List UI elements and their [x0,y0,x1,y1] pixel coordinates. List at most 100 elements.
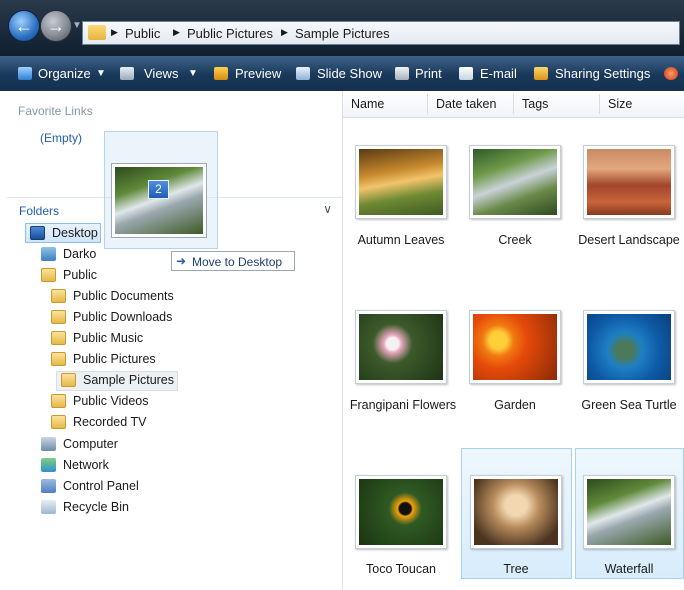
thumbnail-garden[interactable] [469,310,561,384]
email-icon [459,67,473,80]
forward-button[interactable]: → [40,10,72,42]
tree-item-label: Public Music [73,331,144,345]
photo-image [359,314,443,380]
pictures-folder-icon [51,352,66,366]
drag-count-badge: 2 [148,180,169,199]
thumbnail-tree[interactable] [470,475,562,549]
email-button[interactable]: E-mail [480,66,517,81]
tree-item-label: Public Pictures [73,352,156,366]
back-arrow-icon: ← [15,16,33,36]
address-bar-region: ← → ▼ ▶ Public ▶ Public Pictures ▶ Sampl… [0,0,684,56]
desktop-icon [30,226,45,240]
column-divider[interactable] [513,94,514,114]
organize-button[interactable]: Organize [38,66,91,81]
drag-ghost-thumbnail [111,163,207,238]
column-header-size[interactable]: Size [608,97,632,111]
organize-dropdown-icon[interactable]: ▼ [96,68,106,79]
column-header-row: Name Date taken Tags Size [343,91,684,118]
tree-item-label: Computer [63,437,118,451]
photo-image [474,479,558,545]
file-name-autumn-leaves[interactable]: Autumn Leaves [345,233,457,247]
breadcrumb-sample-pictures[interactable]: Sample Pictures [295,26,390,41]
slideshow-icon [296,67,310,80]
favorite-links-title: Favorite Links [18,104,93,118]
breadcrumb-public-pictures[interactable]: Public Pictures [187,26,273,41]
folders-title: Folders [19,204,60,218]
drag-ghost-image [115,167,203,234]
thumbnail-desert-landscape[interactable] [583,145,675,219]
file-name-green-sea-turtle[interactable]: Green Sea Turtle [573,398,684,412]
file-name-toco-toucan[interactable]: Toco Toucan [345,562,457,576]
chevron-down-icon[interactable]: ∨ [323,202,332,216]
column-divider[interactable] [599,94,600,114]
move-to-desktop-tooltip: ➜ Move to Desktop [171,251,295,271]
organize-icon [18,67,32,80]
thumbnail-green-sea-turtle[interactable] [583,310,675,384]
photo-image [473,149,557,215]
column-divider[interactable] [427,94,428,114]
folder-icon [61,373,76,387]
views-dropdown-icon[interactable]: ▼ [188,68,198,79]
sharing-settings-button[interactable]: Sharing Settings [555,66,650,81]
forward-arrow-icon: → [47,16,65,36]
photo-image [587,149,671,215]
videos-folder-icon [51,394,66,408]
views-button[interactable]: Views [144,66,178,81]
thumbnail-autumn-leaves[interactable] [355,145,447,219]
file-name-tree[interactable]: Tree [460,562,572,576]
chevron-right-icon: ▶ [111,27,118,37]
photo-image [473,314,557,380]
preview-button[interactable]: Preview [235,66,281,81]
command-bar: Organize ▼ Views ▼ Preview Slide Show Pr… [0,56,684,92]
tree-item-label: Public Downloads [73,310,173,324]
column-header-date-taken[interactable]: Date taken [436,97,496,111]
recent-pages-dropdown-icon[interactable]: ▼ [72,20,82,31]
sharing-icon [534,67,548,80]
tree-item-label: Desktop [52,226,98,240]
file-name-creek[interactable]: Creek [459,233,571,247]
tree-item-label: Public [63,268,98,282]
file-name-frangipani-flowers[interactable]: Frangipani Flowers [347,398,459,412]
tree-item-label: Control Panel [63,479,139,493]
thumbnail-waterfall[interactable] [583,475,675,549]
network-icon [41,458,56,472]
file-name-garden[interactable]: Garden [459,398,571,412]
folder-icon [41,268,56,282]
print-button[interactable]: Print [415,66,442,81]
user-folder-icon [41,247,56,261]
photo-image [359,479,443,545]
breadcrumb-public[interactable]: Public [125,26,160,41]
thumbnail-creek[interactable] [469,145,561,219]
tree-item-label: Public Documents [73,289,174,303]
tree-item-label: Recorded TV [73,415,147,429]
column-header-tags[interactable]: Tags [522,97,548,111]
views-icon [120,67,134,80]
burn-icon[interactable] [664,67,678,80]
tree-item-label: Network [63,458,109,472]
folder-icon [51,310,66,324]
chevron-right-icon: ▶ [281,27,288,37]
address-box[interactable]: ▶ Public ▶ Public Pictures ▶ Sample Pict… [82,21,680,45]
slideshow-button[interactable]: Slide Show [317,66,382,81]
print-icon [395,67,409,80]
photo-image [587,314,671,380]
music-folder-icon [51,331,66,345]
photo-image [359,149,443,215]
chevron-right-icon: ▶ [173,27,180,37]
tree-item-label: Public Videos [73,394,149,408]
thumbnail-toco-toucan[interactable] [355,475,447,549]
arrow-right-icon: ➜ [176,254,187,268]
tree-item-label: Recycle Bin [63,500,129,514]
folder-icon [88,25,106,40]
file-name-desert-landscape[interactable]: Desert Landscape [573,233,684,247]
thumbnail-frangipani-flowers[interactable] [355,310,447,384]
column-header-name[interactable]: Name [351,97,384,111]
preview-icon [214,67,228,80]
file-name-waterfall[interactable]: Waterfall [573,562,684,576]
tooltip-text: Move to Desktop [192,255,283,269]
folder-icon [51,415,66,429]
recycle-bin-icon [41,500,56,514]
folder-icon [51,289,66,303]
back-button[interactable]: ← [8,10,40,42]
file-list-pane: Name Date taken Tags Size Autumn Leaves … [343,91,684,590]
